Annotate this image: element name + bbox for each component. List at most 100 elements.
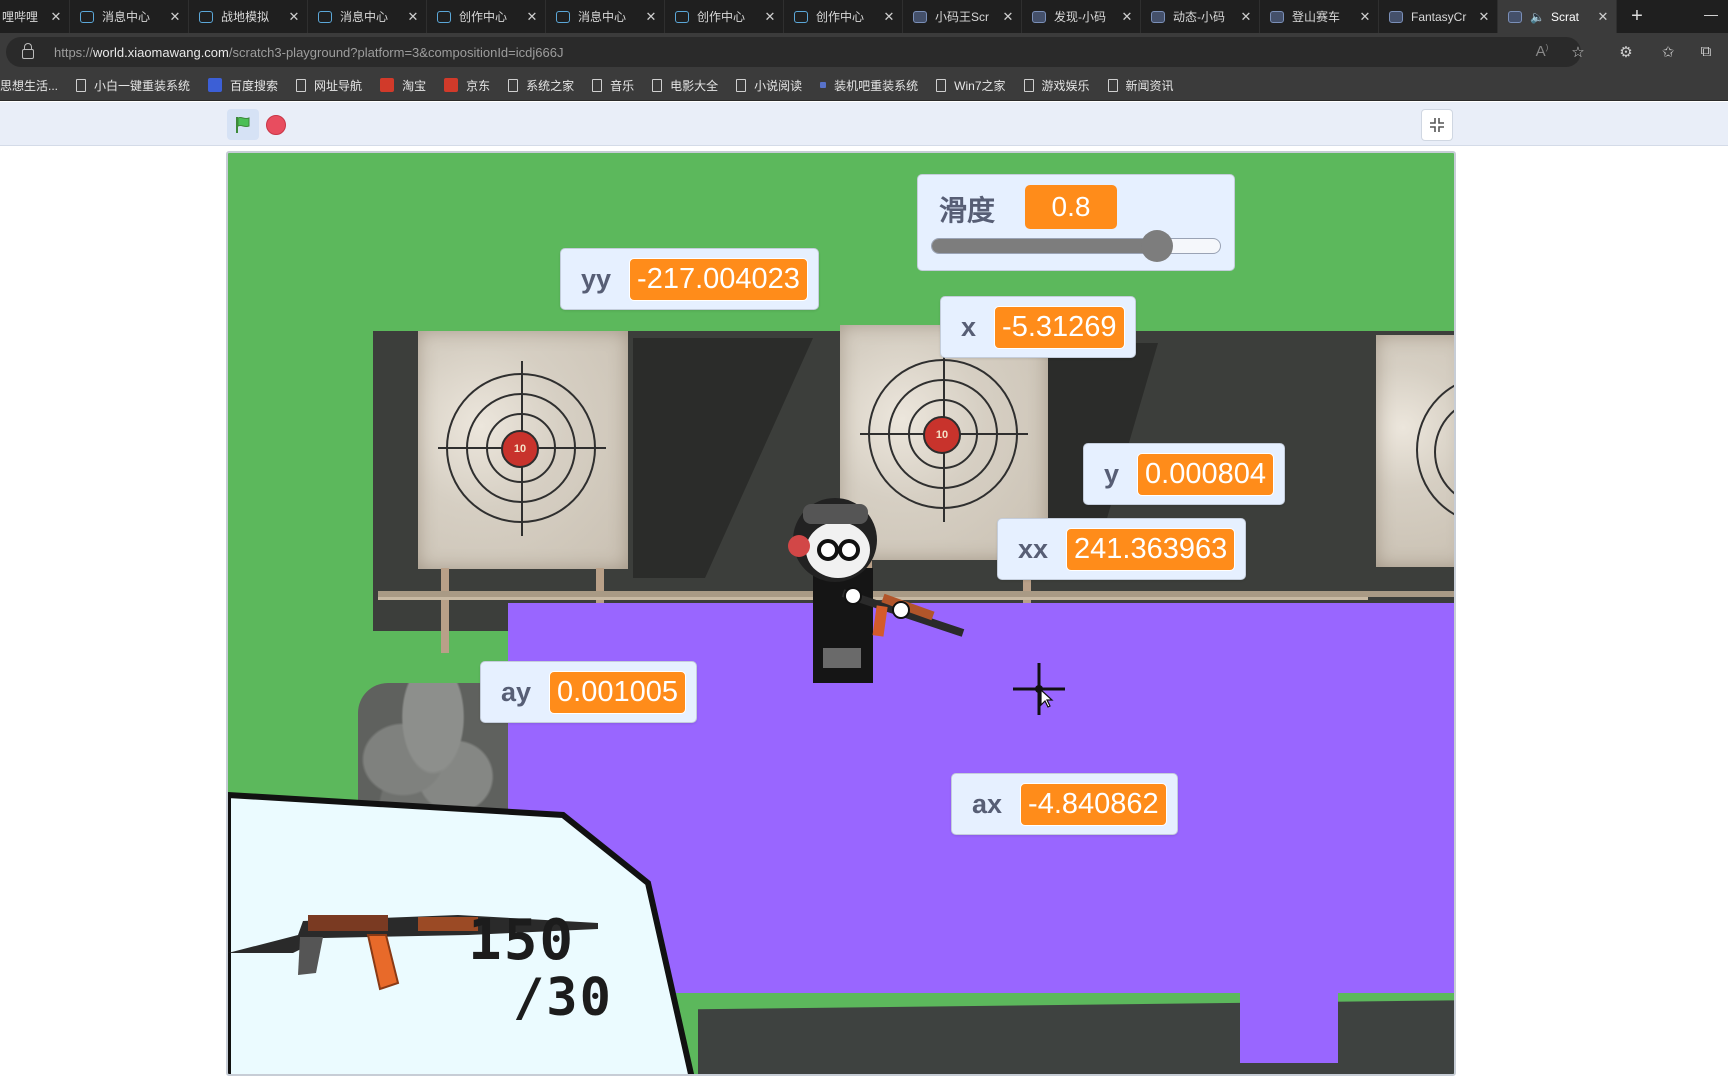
bilibili-tab-icon [318, 10, 332, 23]
close-tab-icon[interactable]: ✕ [1596, 9, 1610, 25]
variable-monitor-y: y 0.000804 [1083, 443, 1285, 505]
close-tab-icon[interactable]: ✕ [406, 9, 420, 25]
close-tab-icon[interactable]: ✕ [1120, 9, 1134, 25]
browser-tab[interactable]: 哩哔哩 ✕ [0, 0, 70, 33]
page-icon [296, 78, 307, 92]
close-tab-icon[interactable]: ✕ [1239, 9, 1253, 25]
target-bullseye: 10 [501, 430, 539, 468]
stop-button[interactable] [266, 115, 286, 135]
tab-title: 创作中心 [697, 10, 746, 24]
monitor-value: -217.004023 [629, 257, 808, 301]
exit-fullscreen-button[interactable] [1421, 109, 1453, 141]
browser-tab[interactable]: 战地模拟 ✕ [189, 0, 308, 33]
close-tab-icon[interactable]: ✕ [49, 9, 63, 25]
green-flag-button[interactable] [227, 109, 259, 140]
browser-tab[interactable]: 发现-小码 ✕ [1022, 0, 1141, 33]
bookmark-item[interactable]: 思想生活... [0, 77, 58, 94]
tab-title: 消息中心 [102, 10, 151, 24]
page-icon [936, 78, 947, 92]
floor-ledge [698, 1000, 1454, 1074]
ammo-max: /30 [513, 968, 613, 1028]
favorites-icon[interactable]: ✩ [1650, 43, 1686, 61]
bookmark-item[interactable]: 游戏娱乐 [1023, 77, 1090, 94]
bookmark-item[interactable]: 百度搜索 [208, 77, 278, 94]
bookmark-item[interactable]: 新闻资讯 [1107, 77, 1174, 94]
tab-title: 消息中心 [340, 10, 389, 24]
monitor-label: x [961, 311, 977, 342]
close-tab-icon[interactable]: ✕ [1358, 9, 1372, 25]
close-tab-icon[interactable]: ✕ [763, 9, 777, 25]
browser-tab[interactable]: FantasyCr ✕ [1379, 0, 1498, 33]
close-tab-icon[interactable]: ✕ [1001, 9, 1015, 25]
bilibili-tab-icon [675, 10, 689, 23]
page-icon [652, 78, 663, 92]
stage[interactable]: 10 10 150 /30 滑度 0.8 yy -217.004023 x -5… [226, 151, 1456, 1076]
bookmark-item[interactable]: 小说阅读 [736, 77, 802, 94]
bookmark-item[interactable]: 京东 [444, 77, 490, 94]
bookmark-label: 百度搜索 [230, 78, 279, 93]
tab-title: Scrat [1550, 9, 1579, 24]
page-icon [1023, 78, 1034, 92]
bilibili-tab-icon [437, 10, 451, 23]
xiaomawang-tab-icon [1151, 10, 1165, 23]
bookmark-item[interactable]: 装机吧重装系统 [820, 77, 918, 94]
browser-tab[interactable]: 创作中心 ✕ [427, 0, 546, 33]
close-tab-icon[interactable]: ✕ [1477, 9, 1491, 25]
browser-tab[interactable]: 🔈 Scrat ✕ [1498, 0, 1617, 33]
close-tab-icon[interactable]: ✕ [168, 9, 182, 25]
extensions-icon[interactable]: ⚙ [1608, 43, 1644, 61]
address-bar[interactable]: https://world.xiaomawang.com/scratch3-pl… [6, 37, 1581, 67]
jd-icon [444, 78, 459, 92]
bookmark-item[interactable]: 音乐 [592, 77, 634, 94]
bookmark-label: 系统之家 [526, 78, 575, 93]
lock-icon[interactable] [22, 43, 34, 59]
browser-tab[interactable]: 小码王Scr ✕ [903, 0, 1022, 33]
bilibili-tab-icon [556, 10, 570, 23]
tab-title: 战地模拟 [221, 10, 270, 24]
slider-monitor: 滑度 0.8 [917, 174, 1235, 271]
browser-tab[interactable]: 动态-小码 ✕ [1141, 0, 1260, 33]
page-icon [736, 78, 747, 92]
target-board [1376, 335, 1454, 567]
monitor-value: -5.31269 [994, 305, 1125, 349]
browser-tab[interactable]: 创作中心 ✕ [784, 0, 903, 33]
bookmark-item[interactable]: 网址导航 [296, 77, 362, 94]
purple-step [1240, 953, 1338, 1063]
monitor-label: ax [972, 788, 1003, 819]
browser-tab[interactable]: 创作中心 ✕ [665, 0, 784, 33]
bookmark-label: 淘宝 [402, 78, 427, 93]
slider-knob[interactable] [1140, 230, 1173, 262]
close-tab-icon[interactable]: ✕ [644, 9, 658, 25]
monitor-value: 241.363963 [1066, 527, 1236, 571]
bookmark-label: 新闻资讯 [1125, 78, 1174, 93]
minimize-window-button[interactable]: — [1704, 6, 1718, 22]
page-icon [1107, 78, 1118, 92]
browser-tab[interactable]: 登山赛车 ✕ [1260, 0, 1379, 33]
close-tab-icon[interactable]: ✕ [525, 9, 539, 25]
monitor-value: -4.840862 [1020, 782, 1167, 826]
speaker-icon[interactable]: 🔈 [1530, 10, 1545, 24]
xiaomawang-tab-icon [1389, 10, 1403, 23]
close-tab-icon[interactable]: ✕ [882, 9, 896, 25]
bookmark-item[interactable]: 电影大全 [652, 77, 718, 94]
browser-tab[interactable]: 消息中心 ✕ [546, 0, 665, 33]
variable-monitor-ax: ax -4.840862 [951, 773, 1178, 835]
zhuangjiba-icon [820, 82, 827, 88]
browser-tab[interactable]: 消息中心 ✕ [308, 0, 427, 33]
bookmark-item[interactable]: 淘宝 [380, 77, 426, 94]
bookmark-item[interactable]: 系统之家 [508, 77, 574, 94]
url-text[interactable]: https://world.xiaomawang.com/scratch3-pl… [54, 45, 563, 60]
close-tab-icon[interactable]: ✕ [287, 9, 301, 25]
browser-tab[interactable]: 消息中心 ✕ [70, 0, 189, 33]
xiaomawang-tab-icon [1508, 10, 1522, 23]
slider-monitor-label: 滑度 [939, 195, 996, 226]
new-tab-button[interactable]: + [1617, 0, 1657, 33]
collections-icon[interactable]: ⧉ [1688, 43, 1724, 60]
shrink-icon [1430, 118, 1444, 132]
slider-track[interactable] [931, 230, 1221, 262]
read-aloud-icon[interactable]: A) [1524, 43, 1560, 60]
add-favorite-icon[interactable]: ☆ [1560, 43, 1596, 61]
variable-monitor-xx: xx 241.363963 [997, 518, 1247, 580]
bookmark-item[interactable]: Win7之家 [936, 77, 1006, 94]
bookmark-item[interactable]: 小白一键重装系统 [76, 77, 190, 94]
